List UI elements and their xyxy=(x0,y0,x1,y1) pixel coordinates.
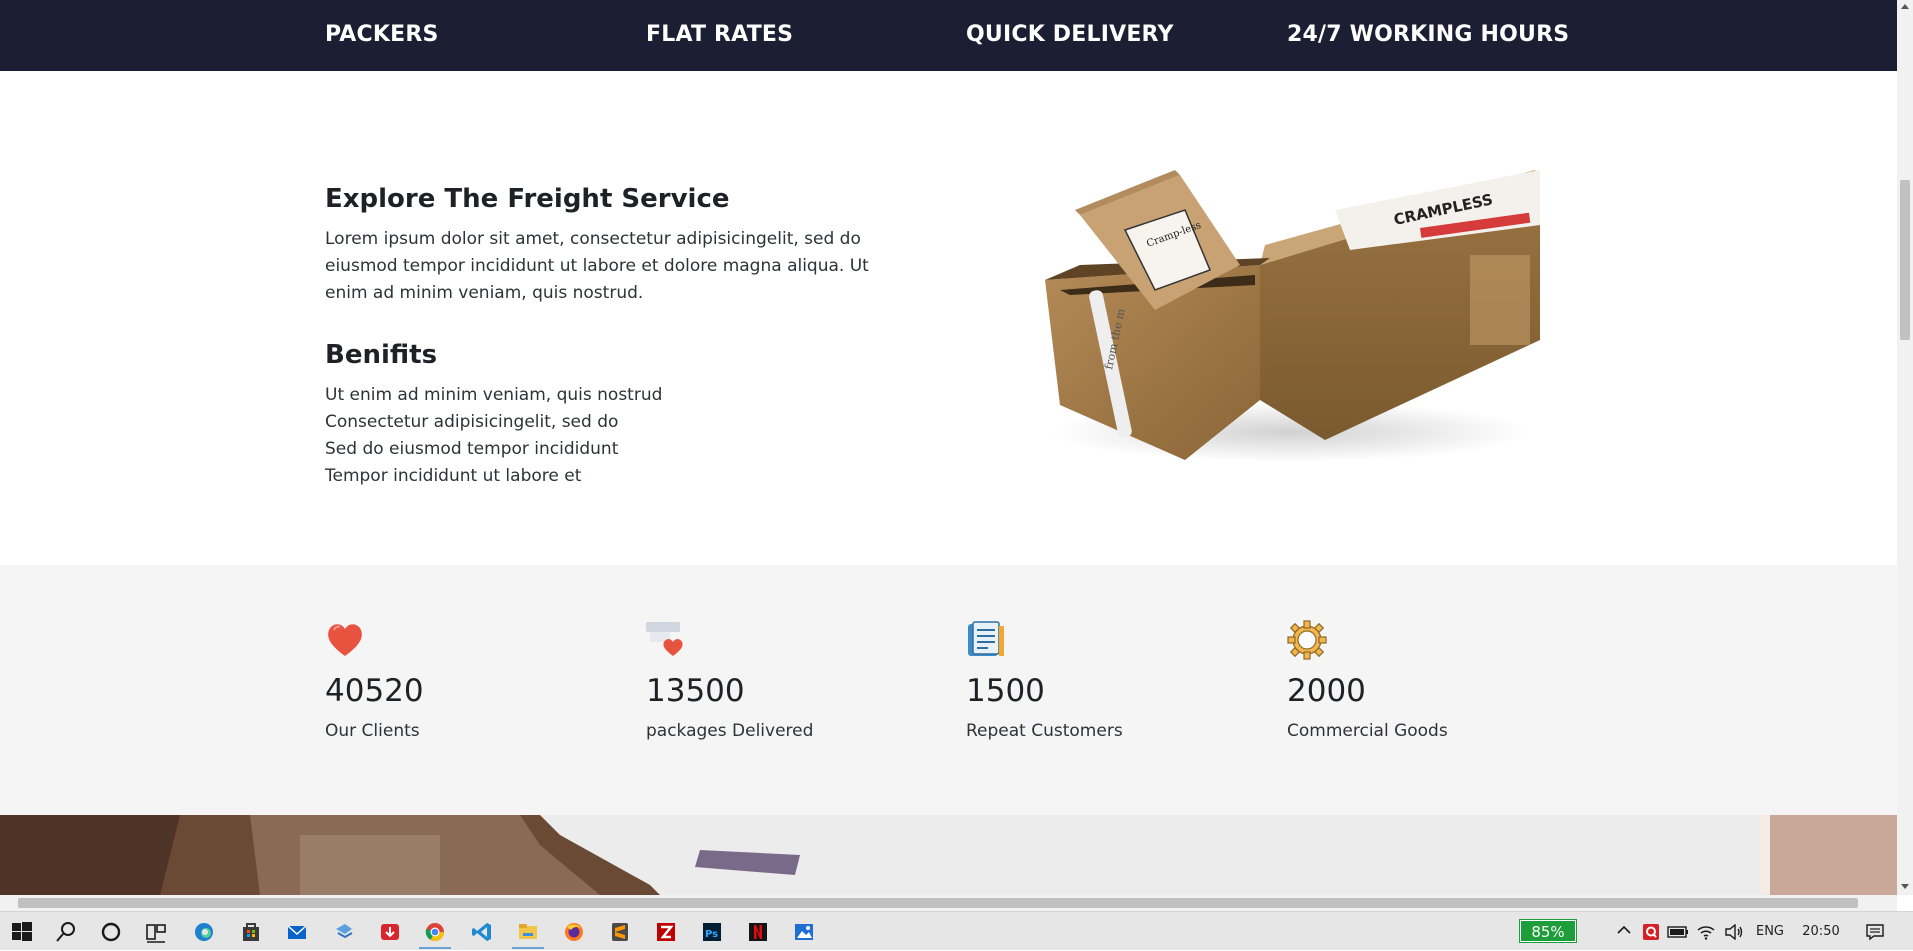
benefit-item: Ut enim ad minim veniam, quis nostrud xyxy=(325,385,663,405)
gear-icon xyxy=(1287,620,1327,660)
benefits-heading: Benifits xyxy=(325,340,438,370)
volume-icon[interactable] xyxy=(1720,923,1748,940)
start-icon[interactable] xyxy=(2,915,42,949)
package-heart-icon xyxy=(646,622,683,656)
language-indicator[interactable]: ENG xyxy=(1748,924,1792,939)
file-explorer-icon[interactable] xyxy=(508,915,548,949)
svg-text:Ps: Ps xyxy=(705,929,718,940)
clock-time[interactable]: 20:50 xyxy=(1792,924,1850,939)
store-icon[interactable] xyxy=(231,915,271,949)
edge-icon[interactable] xyxy=(184,915,224,949)
stat-repeat-customers: 1500 Repeat Customers xyxy=(966,620,1266,741)
chevron-up-icon[interactable] xyxy=(1610,924,1638,939)
stats-section: 40520 Our Clients 13500 packages Deliver… xyxy=(0,565,1897,815)
scrollbar-thumb[interactable] xyxy=(18,898,1858,908)
taskbar: Ps 85% ENG 20:50 xyxy=(0,911,1913,950)
filezilla-icon[interactable] xyxy=(646,915,686,949)
notifications-icon[interactable] xyxy=(1850,923,1900,941)
document-list-icon xyxy=(968,621,1004,656)
system-tray: ENG 20:50 xyxy=(1610,912,1900,951)
hero-photo-strip xyxy=(0,815,1897,895)
feature-flat-rates: FLAT RATES xyxy=(646,22,794,47)
sublime-icon[interactable] xyxy=(600,915,640,949)
stat-clients: 40520 Our Clients xyxy=(325,620,625,741)
stat-label: packages Delivered xyxy=(646,721,814,741)
app-icon[interactable] xyxy=(324,915,364,949)
photos-icon[interactable] xyxy=(784,915,824,949)
product-box-image: CRAMPLESS from the m Cramp-less xyxy=(1045,170,1540,462)
firefox-icon[interactable] xyxy=(554,915,594,949)
battery-percentage-badge[interactable]: 85% xyxy=(1519,919,1577,943)
stat-number: 1500 xyxy=(966,673,1045,709)
feature-working-hours: 24/7 WORKING HOURS xyxy=(1287,22,1570,47)
benefit-item: Consectetur adipisicingelit, sed do xyxy=(325,412,619,432)
battery-icon[interactable] xyxy=(1664,925,1692,938)
stat-number: 13500 xyxy=(646,673,745,709)
stat-label: Repeat Customers xyxy=(966,721,1123,741)
explore-heading: Explore The Freight Service xyxy=(325,184,730,214)
cortana-icon[interactable] xyxy=(91,915,131,949)
stat-packages: 13500 packages Delivered xyxy=(646,620,946,741)
download-icon[interactable] xyxy=(370,915,410,949)
stat-number: 40520 xyxy=(325,673,424,709)
benefit-item: Tempor incididunt ut labore et xyxy=(325,466,582,486)
benefit-item: Sed do eiusmod tempor incididunt xyxy=(325,439,619,459)
search-icon[interactable] xyxy=(46,915,86,949)
stat-commercial-goods: 2000 Commercial Goods xyxy=(1287,620,1587,741)
netflix-icon[interactable] xyxy=(738,915,778,949)
vscode-icon[interactable] xyxy=(462,915,502,949)
scroll-down-icon[interactable] xyxy=(1901,884,1909,889)
scrollbar-thumb[interactable] xyxy=(1900,180,1910,340)
browser-viewport: PACKERS FLAT RATES QUICK DELIVERY 24/7 W… xyxy=(0,0,1897,895)
heart-icon xyxy=(328,624,362,656)
feature-bar: PACKERS FLAT RATES QUICK DELIVERY 24/7 W… xyxy=(0,0,1897,71)
horizontal-scrollbar[interactable] xyxy=(0,895,1897,911)
wifi-icon[interactable] xyxy=(1692,924,1720,940)
antivirus-icon[interactable] xyxy=(1638,923,1664,941)
feature-packers: PACKERS xyxy=(325,22,439,47)
scroll-up-icon[interactable] xyxy=(1901,4,1909,9)
benefits-list: Ut enim ad minim veniam, quis nostrud Co… xyxy=(325,382,662,490)
stat-label: Commercial Goods xyxy=(1287,721,1448,741)
photoshop-icon[interactable]: Ps xyxy=(692,915,732,949)
explore-paragraph: Lorem ipsum dolor sit amet, consectetur … xyxy=(325,229,869,303)
stat-number: 2000 xyxy=(1287,673,1366,709)
stat-label: Our Clients xyxy=(325,721,420,741)
mail-icon[interactable] xyxy=(277,915,317,949)
feature-quick-delivery: QUICK DELIVERY xyxy=(966,22,1174,47)
vertical-scrollbar[interactable] xyxy=(1897,0,1913,895)
chrome-icon[interactable] xyxy=(415,915,455,949)
task-view-icon[interactable] xyxy=(136,915,176,949)
